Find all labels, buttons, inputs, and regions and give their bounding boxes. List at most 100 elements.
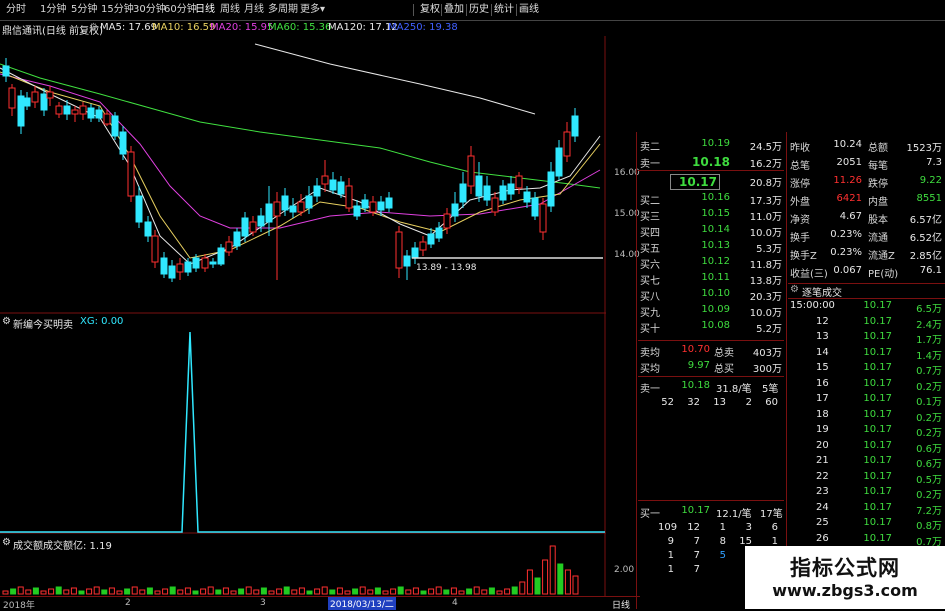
- volume-bar: [526, 569, 533, 595]
- adjust-button[interactable]: 复权: [420, 3, 440, 17]
- tick-row: 20 10.17 0.6万: [816, 439, 942, 455]
- statistics-button[interactable]: 统计: [494, 3, 514, 17]
- period-tab-30min[interactable]: 30分钟: [133, 3, 166, 17]
- volume-bar: [154, 590, 161, 595]
- candle-body: [119, 131, 127, 155]
- candle-body: [87, 107, 95, 119]
- candle-body: [435, 227, 443, 239]
- settings-gear-icon[interactable]: ⚙: [89, 22, 98, 33]
- ma60-label: MA60: 15.36: [268, 22, 332, 33]
- indicator2-settings-icon[interactable]: ⚙: [2, 537, 11, 548]
- period-tab-weekly[interactable]: 周线: [220, 3, 240, 17]
- volume-bar: [70, 587, 77, 595]
- draw-line-button[interactable]: 画线: [519, 3, 539, 17]
- tick-row: 14 10.17 1.4万: [816, 346, 942, 362]
- range-annotation: 13.89 - 13.98: [416, 263, 477, 273]
- period-tab-15min[interactable]: 15分钟: [101, 3, 134, 17]
- period-tab-1min[interactable]: 1分钟: [40, 3, 66, 17]
- date-axis-month: 3: [260, 598, 266, 608]
- volume-bar: [557, 563, 564, 595]
- volume-bar: [177, 589, 184, 595]
- candle-body: [217, 247, 225, 265]
- period-tab-60min[interactable]: 60分钟: [164, 3, 197, 17]
- toolbar-divider: [516, 4, 517, 16]
- candle-body: [539, 203, 547, 233]
- ma-legend: 鼎信通讯(日线 前复权) ⚙ MA5: 17.69 MA10: 16.59 MA…: [0, 22, 620, 37]
- volume-bar: [405, 589, 412, 595]
- candle-body: [305, 195, 313, 209]
- period-tab-multi[interactable]: 多周期: [268, 3, 298, 17]
- candle-body: [313, 185, 321, 197]
- candle-body: [297, 201, 305, 213]
- toolbar-divider: [466, 4, 467, 16]
- tick-row: 19 10.17 0.2万: [816, 424, 942, 439]
- candle-body: [523, 191, 531, 203]
- tick-row: 15 10.17 0.7万: [816, 362, 942, 377]
- volume-bar: [382, 590, 389, 595]
- volume-bar: [519, 581, 526, 595]
- indicator1-name[interactable]: 新编今买明卖: [13, 316, 73, 331]
- candle-body: [555, 147, 563, 177]
- candle-body: [483, 185, 491, 201]
- tick-row: 25 10.17 0.8万: [816, 517, 942, 532]
- ma20-label: MA20: 15.95: [210, 22, 274, 33]
- toolbar-divider: [441, 4, 442, 16]
- toolbar-divider: [491, 4, 492, 16]
- volume-bar: [564, 569, 571, 595]
- candle-body: [515, 175, 523, 189]
- candle-body: [385, 197, 393, 209]
- candle-body: [201, 257, 209, 269]
- period-tab-daily[interactable]: 日线: [195, 3, 215, 17]
- moving-average-lines: [0, 43, 601, 265]
- volume-bar: [397, 586, 404, 595]
- volume-bar: [511, 586, 518, 595]
- candle-body: [361, 199, 369, 209]
- volume-bar: [268, 590, 275, 595]
- candle-body: [547, 171, 555, 207]
- volume-bar: [200, 588, 207, 595]
- indicator1-settings-icon[interactable]: ⚙: [2, 316, 11, 327]
- volume-axis-label: 2.00: [614, 565, 635, 575]
- history-button[interactable]: 历史: [469, 3, 489, 17]
- tick-row: 16 10.17 0.2万: [816, 377, 942, 393]
- period-tab-intraday[interactable]: 分时: [6, 3, 26, 17]
- indicator2-name[interactable]: 成交额: [13, 537, 43, 552]
- volume-bar: [222, 587, 229, 595]
- candle-body: [176, 263, 184, 273]
- period-tab-5min[interactable]: 5分钟: [71, 3, 97, 17]
- candle-body: [55, 105, 63, 115]
- period-tab-monthly[interactable]: 月线: [244, 3, 264, 17]
- period-tab-more[interactable]: 更多: [300, 3, 320, 17]
- xg-indicator-line: [0, 331, 605, 533]
- overlay-button[interactable]: 叠加: [444, 3, 464, 17]
- toolbar-divider: [413, 4, 414, 16]
- volume-bar: [55, 586, 62, 595]
- volume-bar: [458, 590, 465, 595]
- volume-bar: [367, 589, 374, 595]
- candle-body: [369, 201, 377, 213]
- ticks-settings-icon[interactable]: ⚙: [790, 284, 799, 295]
- candle-body: [403, 255, 411, 267]
- volume-bar: [192, 590, 199, 595]
- candle-body: [46, 91, 54, 99]
- volume-bar: [253, 589, 260, 595]
- volume-bar: [352, 588, 359, 595]
- volume-bar: [25, 589, 32, 595]
- volume-bar: [101, 589, 108, 595]
- more-dropdown-icon[interactable]: ▾: [320, 3, 325, 17]
- candle-body: [321, 175, 329, 185]
- volume-bar: [344, 590, 351, 595]
- volume-bar: [329, 589, 336, 595]
- volume-bar: [48, 588, 55, 595]
- date-axis-month: 2: [125, 598, 131, 608]
- volume-bar: [390, 588, 397, 595]
- volume-bar: [2, 590, 9, 595]
- candle-body: [40, 93, 48, 111]
- candle-body: [419, 241, 427, 251]
- watermark-title: 指标公式网: [790, 556, 900, 580]
- volume-bar: [435, 586, 442, 595]
- candle-body: [337, 181, 345, 195]
- candle-body: [151, 235, 159, 263]
- volume-bar: [184, 587, 191, 595]
- candle-body: [192, 257, 200, 269]
